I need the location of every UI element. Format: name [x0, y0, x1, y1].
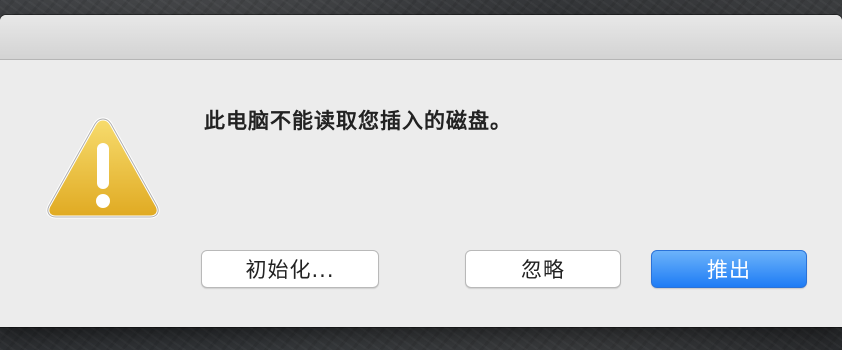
disk-alert-dialog: 此电脑不能读取您插入的磁盘。 初始化... 忽略 推出 [0, 15, 842, 327]
dialog-titlebar [0, 15, 842, 60]
ignore-button[interactable]: 忽略 [465, 250, 621, 288]
initialize-button[interactable]: 初始化... [201, 250, 379, 288]
warning-icon [44, 113, 162, 223]
eject-button[interactable]: 推出 [651, 250, 807, 288]
dialog-message: 此电脑不能读取您插入的磁盘。 [204, 109, 512, 133]
